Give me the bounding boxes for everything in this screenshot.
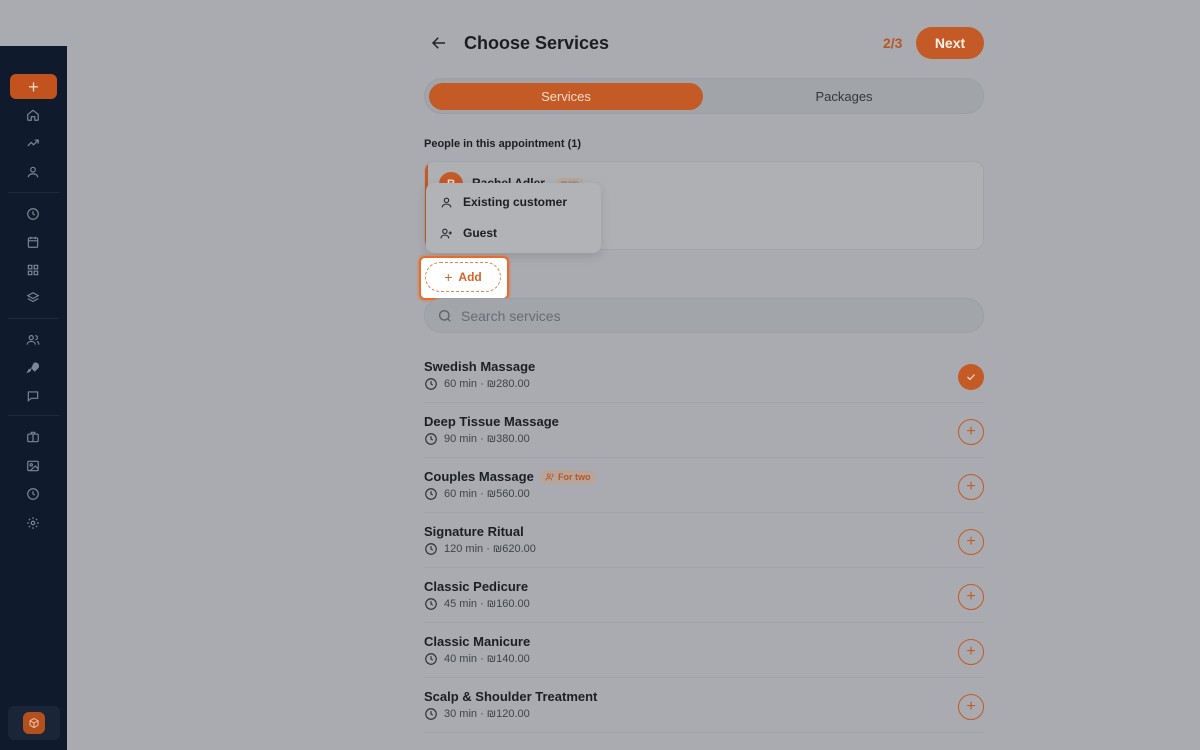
add-service-button[interactable]: + [958, 419, 984, 445]
clock-icon [425, 433, 437, 445]
service-name: Classic Pedicure [424, 579, 529, 594]
message-icon[interactable] [24, 387, 42, 405]
sidebar-divider [8, 415, 59, 416]
clock-icon [425, 598, 437, 610]
service-row-swedish-massage[interactable]: Swedish Massage 60 min · ₪280.00 [424, 348, 984, 403]
check-icon [967, 374, 975, 381]
for-two-label: For two [558, 472, 591, 482]
service-meta: 120 min · ₪620.00 [424, 542, 536, 556]
back-arrow-icon[interactable] [430, 34, 448, 52]
service-name: Signature Ritual [424, 524, 524, 539]
for-two-badge: For two [540, 470, 596, 484]
add-service-button[interactable]: + [958, 529, 984, 555]
grid-icon[interactable] [24, 261, 42, 279]
service-meta: 30 min · ₪120.00 [424, 707, 530, 721]
service-row-couples-massage[interactable]: Couples Massage For two 60 min · ₪560.00… [424, 458, 984, 513]
service-duration-price: 60 min · ₪560.00 [444, 488, 530, 500]
service-meta: 60 min · ₪280.00 [424, 377, 530, 391]
plus-icon: + [444, 269, 453, 285]
add-person-button[interactable]: + Add [425, 262, 501, 292]
clock-icon [425, 708, 437, 720]
service-row-deep-tissue-massage[interactable]: Deep Tissue Massage 90 min · ₪380.00 + [424, 403, 984, 458]
service-meta: 60 min · ₪560.00 [424, 487, 530, 501]
dropdown-item-label: Guest [463, 226, 498, 240]
service-meta: 40 min · ₪140.00 [424, 652, 530, 666]
add-service-button[interactable]: + [958, 474, 984, 500]
service-name: Classic Manicure [424, 634, 531, 649]
service-row-classic-pedicure[interactable]: Classic Pedicure 45 min · ₪160.00 + [424, 568, 984, 623]
clock-icon[interactable] [24, 205, 42, 223]
sidebar-divider [8, 318, 59, 319]
image-icon[interactable] [24, 457, 42, 475]
service-name: Deep Tissue Massage [424, 414, 559, 429]
user-icon[interactable] [24, 163, 42, 181]
clock-icon [425, 543, 437, 555]
tab-packages[interactable]: Packages [707, 83, 981, 110]
settings-icon[interactable] [24, 514, 42, 532]
next-button[interactable]: Next [916, 27, 984, 59]
service-duration-price: 45 min · ₪160.00 [444, 598, 530, 610]
selected-check-button[interactable] [958, 364, 984, 390]
service-row-signature-ritual[interactable]: Signature Ritual 120 min · ₪620.00 + [424, 513, 984, 568]
home-icon[interactable] [24, 106, 42, 124]
service-meta: 45 min · ₪160.00 [424, 597, 530, 611]
add-label: Add [458, 270, 482, 284]
dropdown-item-guest[interactable]: Guest [440, 223, 497, 243]
service-duration-price: 60 min · ₪280.00 [444, 378, 530, 390]
new-appointment-button[interactable]: + [10, 74, 57, 99]
trending-icon[interactable] [24, 134, 42, 152]
add-service-button[interactable]: + [958, 694, 984, 720]
add-service-button[interactable]: + [958, 584, 984, 610]
add-person-dropdown: Existing customer Guest [426, 183, 601, 253]
page-title: Choose Services [464, 33, 610, 53]
box-icon [23, 712, 45, 734]
people-section-label: People in this appointment (1) [424, 138, 582, 150]
brand-logo[interactable] [8, 706, 60, 740]
dropdown-item-existing-customer[interactable]: Existing customer [440, 192, 567, 212]
add-service-button[interactable]: + [958, 639, 984, 665]
clock-icon [425, 378, 437, 390]
tab-services[interactable]: Services [429, 83, 703, 110]
choose-services-panel: Choose Services 2/3 Next Services Packag… [419, 26, 984, 733]
briefcase-icon[interactable] [24, 428, 42, 446]
service-duration-price: 90 min · ₪380.00 [444, 433, 530, 445]
service-meta: 90 min · ₪380.00 [424, 432, 530, 446]
service-name: Couples Massage [424, 469, 534, 484]
service-name: Swedish Massage [424, 359, 536, 374]
search-input[interactable] [461, 305, 961, 327]
rocket-icon[interactable] [24, 359, 42, 377]
users-icon [545, 473, 554, 481]
service-row-scalp-shoulder-treatment[interactable]: Scalp & Shoulder Treatment 30 min · ₪120… [424, 678, 984, 733]
tab-bar: Services Packages [424, 78, 984, 114]
clock-icon [425, 488, 437, 500]
dropdown-item-label: Existing customer [463, 195, 568, 209]
layers-icon[interactable] [24, 289, 42, 307]
service-duration-price: 30 min · ₪120.00 [444, 708, 530, 720]
sidebar-divider [8, 192, 59, 193]
add-person-highlight: + Add [419, 256, 509, 300]
service-duration-price: 120 min · ₪620.00 [444, 543, 536, 555]
users-icon[interactable] [24, 331, 42, 349]
user-plus-icon [440, 228, 452, 238]
history-icon[interactable] [24, 485, 42, 503]
service-row-classic-manicure[interactable]: Classic Manicure 40 min · ₪140.00 + [424, 623, 984, 678]
search-icon [439, 310, 451, 322]
service-duration-price: 40 min · ₪140.00 [444, 653, 530, 665]
clock-icon [425, 653, 437, 665]
search-bar [424, 298, 984, 333]
header: Choose Services 2/3 Next [424, 26, 984, 60]
services-list: Swedish Massage 60 min · ₪280.00 Deep Ti… [424, 348, 984, 733]
sidebar: + [0, 46, 67, 750]
service-name: Scalp & Shoulder Treatment [424, 689, 598, 704]
user-icon [441, 197, 452, 207]
step-indicator: 2/3 [883, 35, 903, 51]
calendar-icon[interactable] [24, 233, 42, 251]
